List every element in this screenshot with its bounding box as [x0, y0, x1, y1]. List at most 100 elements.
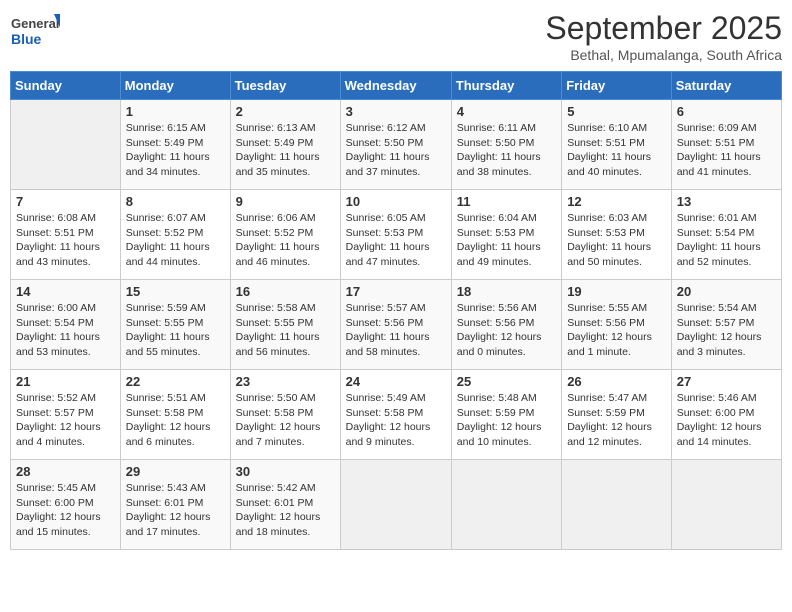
calendar-cell	[451, 460, 561, 550]
day-number: 4	[457, 104, 556, 119]
calendar-cell: 28 Sunrise: 5:45 AMSunset: 6:00 PMDayligh…	[11, 460, 121, 550]
logo: General Blue	[10, 10, 60, 52]
header: General Blue September 2025 Bethal, Mpum…	[10, 10, 782, 63]
calendar-cell: 8 Sunrise: 6:07 AMSunset: 5:52 PMDaylight…	[120, 190, 230, 280]
calendar-cell: 18 Sunrise: 5:56 AMSunset: 5:56 PMDayligh…	[451, 280, 561, 370]
day-info: Sunrise: 5:58 AMSunset: 5:55 PMDaylight:…	[236, 301, 335, 360]
day-info: Sunrise: 6:01 AMSunset: 5:54 PMDaylight:…	[677, 211, 776, 270]
day-number: 19	[567, 284, 666, 299]
day-number: 23	[236, 374, 335, 389]
day-info: Sunrise: 5:46 AMSunset: 6:00 PMDaylight:…	[677, 391, 776, 450]
day-info: Sunrise: 5:52 AMSunset: 5:57 PMDaylight:…	[16, 391, 115, 450]
day-number: 3	[346, 104, 446, 119]
calendar-cell: 12 Sunrise: 6:03 AMSunset: 5:53 PMDayligh…	[562, 190, 672, 280]
day-number: 25	[457, 374, 556, 389]
day-info: Sunrise: 6:07 AMSunset: 5:52 PMDaylight:…	[126, 211, 225, 270]
day-number: 27	[677, 374, 776, 389]
title-area: September 2025 Bethal, Mpumalanga, South…	[545, 10, 782, 63]
day-number: 29	[126, 464, 225, 479]
day-number: 24	[346, 374, 446, 389]
day-info: Sunrise: 5:56 AMSunset: 5:56 PMDaylight:…	[457, 301, 556, 360]
calendar-cell	[562, 460, 672, 550]
day-info: Sunrise: 5:42 AMSunset: 6:01 PMDaylight:…	[236, 481, 335, 540]
calendar-cell: 16 Sunrise: 5:58 AMSunset: 5:55 PMDayligh…	[230, 280, 340, 370]
calendar-cell	[671, 460, 781, 550]
calendar-header-row: SundayMondayTuesdayWednesdayThursdayFrid…	[11, 72, 782, 100]
day-number: 8	[126, 194, 225, 209]
day-number: 16	[236, 284, 335, 299]
calendar-cell: 29 Sunrise: 5:43 AMSunset: 6:01 PMDayligh…	[120, 460, 230, 550]
calendar-day-header: Wednesday	[340, 72, 451, 100]
calendar-cell: 22Sunrise: 5:51 AMSunset: 5:58 PMDayligh…	[120, 370, 230, 460]
day-info: Sunrise: 6:03 AMSunset: 5:53 PMDaylight:…	[567, 211, 666, 270]
calendar-body: 1Sunrise: 6:15 AMSunset: 5:49 PMDaylight…	[11, 100, 782, 550]
day-info: Sunrise: 6:09 AMSunset: 5:51 PMDaylight:…	[677, 121, 776, 180]
day-info: Sunrise: 5:48 AMSunset: 5:59 PMDaylight:…	[457, 391, 556, 450]
calendar-cell: 25 Sunrise: 5:48 AMSunset: 5:59 PMDayligh…	[451, 370, 561, 460]
day-info: Sunrise: 6:12 AMSunset: 5:50 PMDaylight:…	[346, 121, 446, 180]
calendar-day-header: Thursday	[451, 72, 561, 100]
calendar-cell: 13 Sunrise: 6:01 AMSunset: 5:54 PMDayligh…	[671, 190, 781, 280]
day-number: 28	[16, 464, 115, 479]
day-number: 17	[346, 284, 446, 299]
day-info: Sunrise: 6:05 AMSunset: 5:53 PMDaylight:…	[346, 211, 446, 270]
day-info: Sunrise: 6:00 AMSunset: 5:54 PMDaylight:…	[16, 301, 115, 360]
calendar-day-header: Friday	[562, 72, 672, 100]
day-info: Sunrise: 5:50 AMSunset: 5:58 PMDaylight:…	[236, 391, 335, 450]
calendar-cell	[340, 460, 451, 550]
day-info: Sunrise: 6:11 AMSunset: 5:50 PMDaylight:…	[457, 121, 556, 180]
svg-text:Blue: Blue	[11, 31, 42, 47]
calendar-cell: 9 Sunrise: 6:06 AMSunset: 5:52 PMDaylight…	[230, 190, 340, 280]
calendar-cell: 1Sunrise: 6:15 AMSunset: 5:49 PMDaylight…	[120, 100, 230, 190]
calendar-cell: 6 Sunrise: 6:09 AMSunset: 5:51 PMDaylight…	[671, 100, 781, 190]
day-number: 9	[236, 194, 335, 209]
day-number: 14	[16, 284, 115, 299]
day-number: 20	[677, 284, 776, 299]
day-number: 5	[567, 104, 666, 119]
calendar-cell: 5 Sunrise: 6:10 AMSunset: 5:51 PMDaylight…	[562, 100, 672, 190]
calendar-cell: 11Sunrise: 6:04 AMSunset: 5:53 PMDayligh…	[451, 190, 561, 280]
calendar-day-header: Sunday	[11, 72, 121, 100]
calendar-cell: 20Sunrise: 5:54 AMSunset: 5:57 PMDayligh…	[671, 280, 781, 370]
day-info: Sunrise: 6:15 AMSunset: 5:49 PMDaylight:…	[126, 121, 225, 180]
day-number: 30	[236, 464, 335, 479]
calendar-cell: 10Sunrise: 6:05 AMSunset: 5:53 PMDayligh…	[340, 190, 451, 280]
calendar-cell: 14 Sunrise: 6:00 AMSunset: 5:54 PMDayligh…	[11, 280, 121, 370]
day-number: 6	[677, 104, 776, 119]
calendar-cell	[11, 100, 121, 190]
calendar-cell: 17 Sunrise: 5:57 AMSunset: 5:56 PMDayligh…	[340, 280, 451, 370]
calendar-cell: 7Sunrise: 6:08 AMSunset: 5:51 PMDaylight…	[11, 190, 121, 280]
day-info: Sunrise: 5:57 AMSunset: 5:56 PMDaylight:…	[346, 301, 446, 360]
day-number: 2	[236, 104, 335, 119]
calendar-cell: 23 Sunrise: 5:50 AMSunset: 5:58 PMDayligh…	[230, 370, 340, 460]
day-info: Sunrise: 5:43 AMSunset: 6:01 PMDaylight:…	[126, 481, 225, 540]
svg-text:General: General	[11, 16, 59, 31]
day-number: 26	[567, 374, 666, 389]
calendar-week-row: 28 Sunrise: 5:45 AMSunset: 6:00 PMDayligh…	[11, 460, 782, 550]
calendar-week-row: 7Sunrise: 6:08 AMSunset: 5:51 PMDaylight…	[11, 190, 782, 280]
day-number: 11	[457, 194, 556, 209]
calendar-cell: 3 Sunrise: 6:12 AMSunset: 5:50 PMDaylight…	[340, 100, 451, 190]
calendar-cell: 24 Sunrise: 5:49 AMSunset: 5:58 PMDayligh…	[340, 370, 451, 460]
day-info: Sunrise: 5:49 AMSunset: 5:58 PMDaylight:…	[346, 391, 446, 450]
calendar-week-row: 21 Sunrise: 5:52 AMSunset: 5:57 PMDayligh…	[11, 370, 782, 460]
day-number: 18	[457, 284, 556, 299]
day-number: 7	[16, 194, 115, 209]
calendar-day-header: Tuesday	[230, 72, 340, 100]
calendar-table: SundayMondayTuesdayWednesdayThursdayFrid…	[10, 71, 782, 550]
calendar-cell: 2 Sunrise: 6:13 AMSunset: 5:49 PMDaylight…	[230, 100, 340, 190]
day-info: Sunrise: 5:55 AMSunset: 5:56 PMDaylight:…	[567, 301, 666, 360]
calendar-cell: 30 Sunrise: 5:42 AMSunset: 6:01 PMDayligh…	[230, 460, 340, 550]
day-info: Sunrise: 5:45 AMSunset: 6:00 PMDaylight:…	[16, 481, 115, 540]
day-number: 21	[16, 374, 115, 389]
day-number: 15	[126, 284, 225, 299]
day-info: Sunrise: 5:47 AMSunset: 5:59 PMDaylight:…	[567, 391, 666, 450]
day-info: Sunrise: 6:10 AMSunset: 5:51 PMDaylight:…	[567, 121, 666, 180]
day-number: 13	[677, 194, 776, 209]
day-info: Sunrise: 6:06 AMSunset: 5:52 PMDaylight:…	[236, 211, 335, 270]
calendar-cell: 19 Sunrise: 5:55 AMSunset: 5:56 PMDayligh…	[562, 280, 672, 370]
day-info: Sunrise: 6:13 AMSunset: 5:49 PMDaylight:…	[236, 121, 335, 180]
day-number: 12	[567, 194, 666, 209]
day-number: 22	[126, 374, 225, 389]
calendar-week-row: 14 Sunrise: 6:00 AMSunset: 5:54 PMDayligh…	[11, 280, 782, 370]
